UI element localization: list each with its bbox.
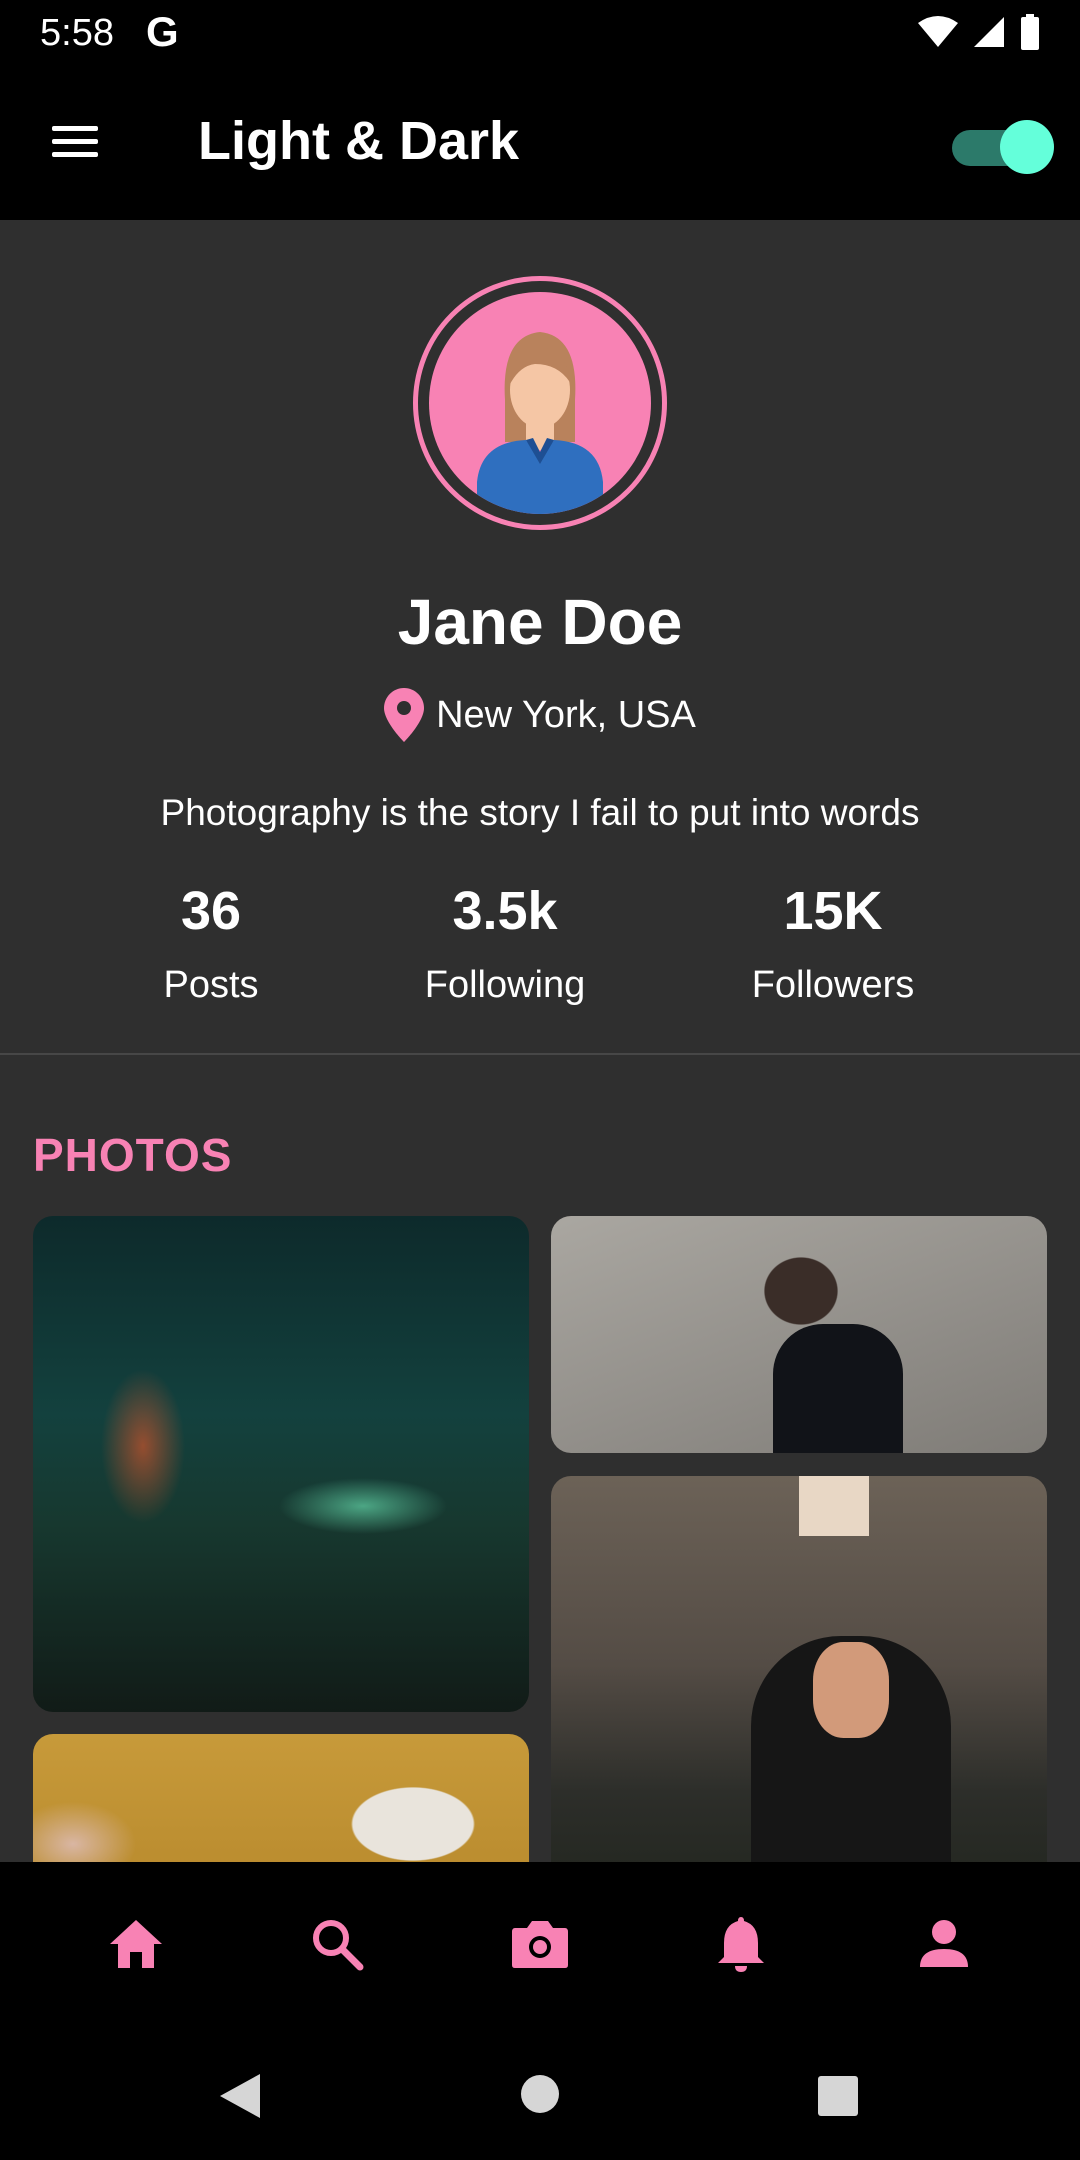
stat-value: 3.5k xyxy=(452,881,558,941)
stat-posts[interactable]: 36 Posts xyxy=(111,880,311,1007)
photo-cup[interactable] xyxy=(33,1734,529,1862)
home-icon xyxy=(110,1920,162,1968)
stat-followers[interactable]: 15K Followers xyxy=(733,880,933,1007)
photos-section-title: PHOTOS xyxy=(33,1129,233,1181)
search-icon xyxy=(313,1920,364,1971)
stat-label: Following xyxy=(424,964,586,1006)
divider xyxy=(0,1053,1080,1055)
battery-icon xyxy=(1021,14,1039,50)
hamburger-menu-icon xyxy=(52,126,98,131)
avatar-ring xyxy=(413,276,667,530)
profile-bio: Photography is the story I fail to put i… xyxy=(160,792,920,833)
stat-value: 15K xyxy=(783,881,883,941)
nav-camera-button[interactable] xyxy=(504,1908,576,1980)
bottom-navigation xyxy=(0,1862,1080,2028)
camera-icon xyxy=(512,1921,568,1968)
profile-name: Jane Doe xyxy=(397,586,683,658)
back-icon[interactable] xyxy=(218,2072,262,2120)
photo-window xyxy=(799,1476,869,1536)
profile-content: Jane Doe New York, USA Photography is th… xyxy=(0,220,1080,1862)
stat-label: Followers xyxy=(751,964,915,1006)
status-icons xyxy=(918,14,1040,50)
google-icon: G xyxy=(146,8,179,55)
dark-mode-toggle[interactable] xyxy=(952,120,1054,174)
photo-foggy-gas-station[interactable] xyxy=(33,1216,529,1712)
wifi-icon xyxy=(918,16,958,47)
stat-value: 36 xyxy=(180,881,242,941)
home-circle-icon[interactable] xyxy=(520,2074,560,2114)
cell-signal-icon xyxy=(974,17,1004,47)
menu-button[interactable] xyxy=(44,118,106,166)
nav-notifications-button[interactable] xyxy=(705,1908,777,1980)
hamburger-line xyxy=(52,139,98,144)
location-pin-icon xyxy=(384,688,425,742)
nav-search-button[interactable] xyxy=(301,1908,373,1980)
hamburger-line xyxy=(52,152,98,157)
status-time: 5:58 xyxy=(40,12,114,54)
photo-man-wall[interactable] xyxy=(551,1216,1047,1453)
photo-woman-match[interactable] xyxy=(551,1476,1047,1862)
stat-label: Posts xyxy=(163,964,259,1006)
photo-face xyxy=(813,1642,889,1738)
location: New York, USA xyxy=(0,688,1080,742)
location-text: New York, USA xyxy=(436,693,696,736)
app-bar: Light & Dark xyxy=(0,66,1080,220)
nav-profile-button[interactable] xyxy=(908,1908,980,1980)
status-bar: 5:58 G xyxy=(0,0,1080,66)
avatar[interactable] xyxy=(429,292,651,514)
toggle-thumb xyxy=(1000,120,1054,174)
system-navigation xyxy=(0,2028,1080,2160)
nav-home-button[interactable] xyxy=(100,1908,172,1980)
stat-following[interactable]: 3.5k Following xyxy=(405,880,605,1007)
recents-icon[interactable] xyxy=(818,2076,858,2116)
bell-icon xyxy=(718,1917,764,1972)
app-title: Light & Dark xyxy=(198,111,520,171)
person-icon xyxy=(920,1920,968,1967)
avatar-woman-icon xyxy=(477,332,603,514)
photo-figure xyxy=(773,1324,903,1453)
